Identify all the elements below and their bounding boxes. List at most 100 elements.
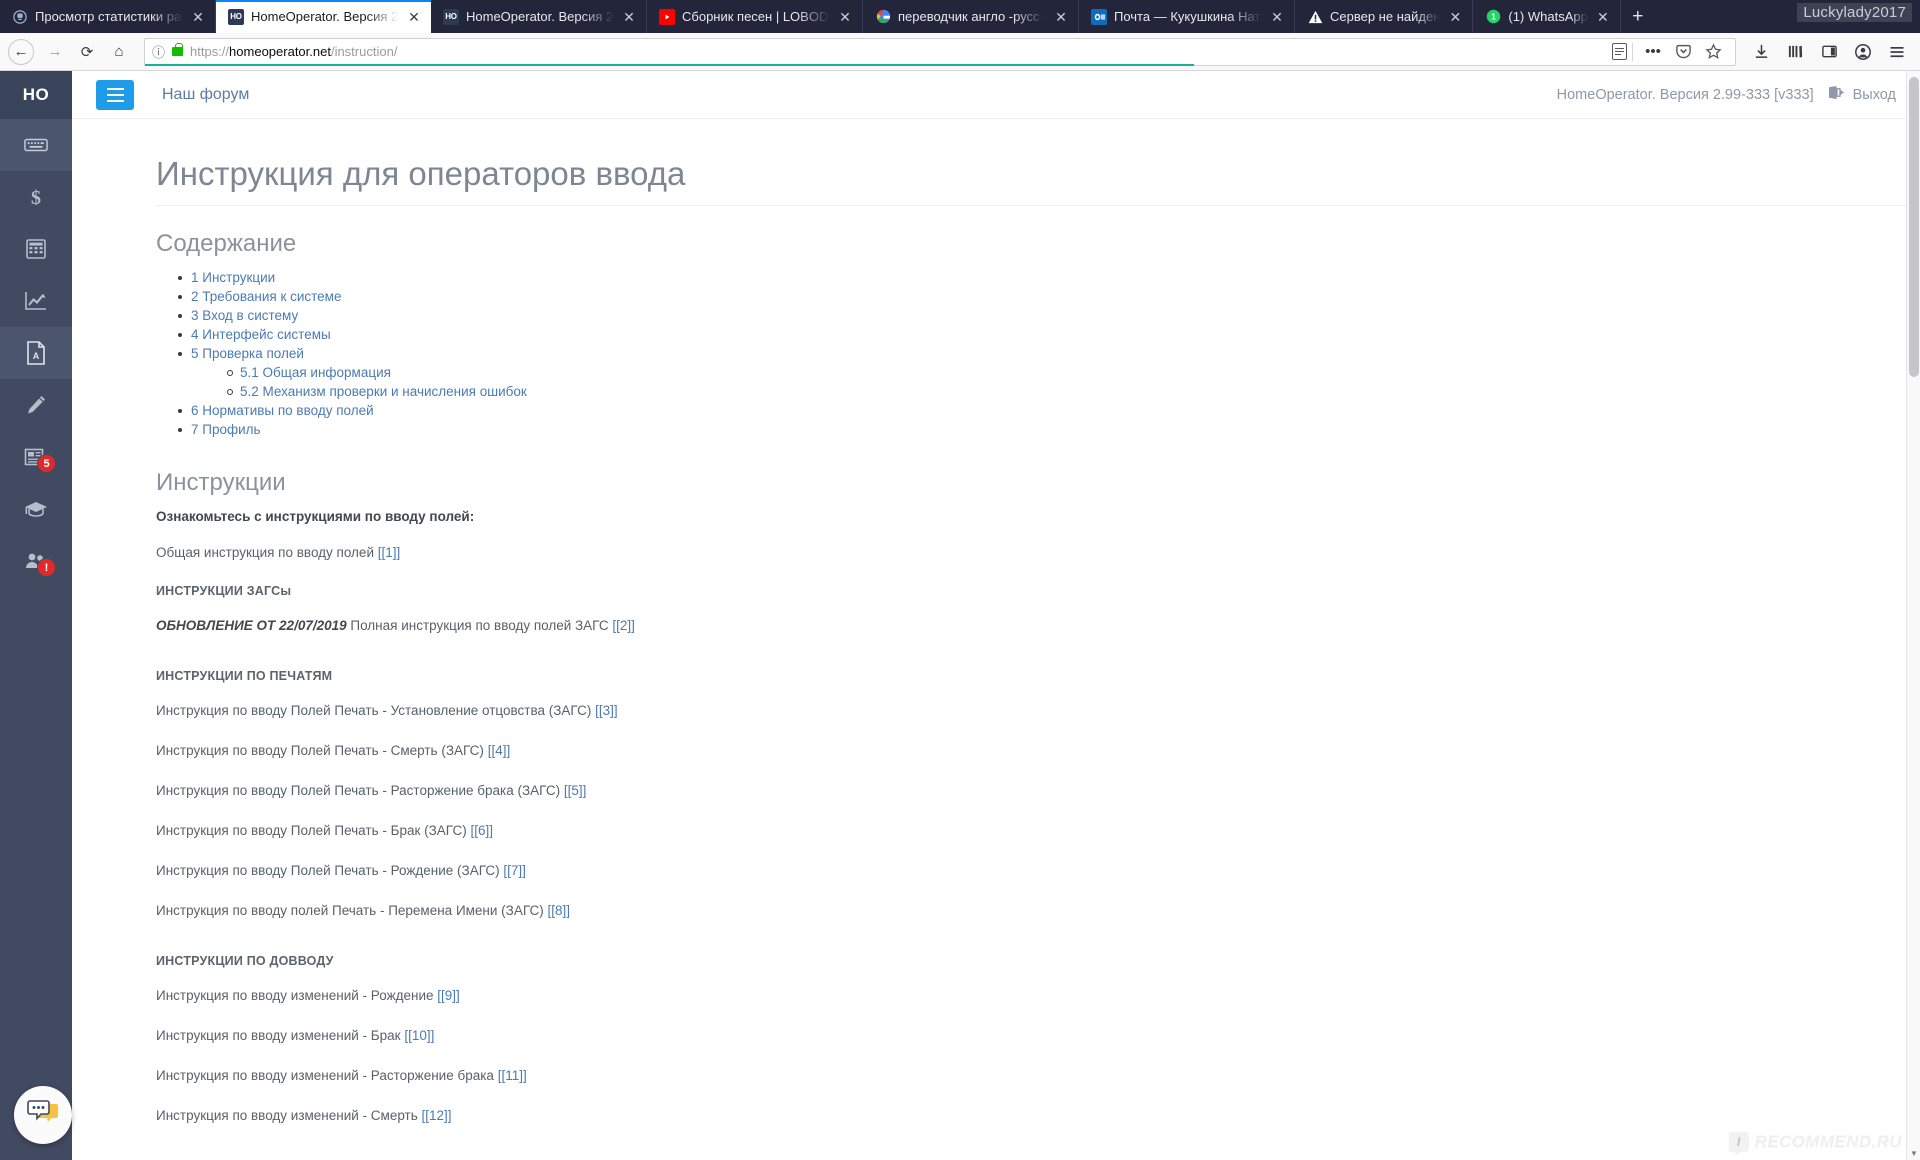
instruction-text: Инструкция по вводу полей Печать - Перем… xyxy=(156,903,548,918)
toc-item[interactable]: 7 Профиль xyxy=(178,420,1920,439)
reference-link[interactable]: [[6]] xyxy=(471,823,494,838)
warning-icon xyxy=(1307,9,1323,25)
sidebar-item-instruction[interactable]: A xyxy=(0,327,72,379)
pocket-icon[interactable] xyxy=(1668,38,1698,66)
library-icon[interactable] xyxy=(1780,38,1810,66)
app-version-label: HomeOperator. Версия 2.99-333 [v333] xyxy=(1556,86,1814,103)
toc-item[interactable]: 4 Интерфейс системы xyxy=(178,325,1920,344)
tab-close-icon[interactable]: ✕ xyxy=(1053,10,1069,24)
toc-item[interactable]: 5 Проверка полей 5.1 Общая информация 5.… xyxy=(178,344,1920,401)
reference-link[interactable]: [[11]] xyxy=(498,1068,527,1083)
google-icon xyxy=(875,9,891,25)
sidebar-item-news[interactable]: 5 xyxy=(0,431,72,483)
instruction-text: Инструкция по вводу изменений - Брак xyxy=(156,1028,405,1043)
toc-subitem[interactable]: 5.1 Общая информация xyxy=(227,363,1920,382)
instruction-line: Инструкция по вводу Полей Печать - Рожде… xyxy=(156,862,1920,880)
tab-close-icon[interactable]: ✕ xyxy=(837,10,853,24)
bookmark-star-icon[interactable] xyxy=(1698,38,1728,66)
tab-close-icon[interactable]: ✕ xyxy=(1447,10,1463,24)
toc-link[interactable]: 6 Нормативы по вводу полей xyxy=(191,403,374,418)
toc-link[interactable]: 1 Инструкции xyxy=(191,270,275,285)
forward-icon[interactable]: → xyxy=(40,38,70,66)
instruction-line: Инструкция по вводу Полей Печать - Устан… xyxy=(156,702,1920,720)
browser-toolbar-icons xyxy=(1746,38,1912,66)
toc-item[interactable]: 2 Требования к системе xyxy=(178,287,1920,306)
toc-link[interactable]: 5.1 Общая информация xyxy=(240,365,391,380)
browser-tab-active[interactable]: HO HomeOperator. Версия 2.99 ✕ xyxy=(216,0,431,33)
tab-close-icon[interactable]: ✕ xyxy=(406,10,422,24)
reader-view-icon[interactable] xyxy=(1612,43,1627,60)
toc-subitem[interactable]: 5.2 Механизм проверки и начисления ошибо… xyxy=(227,382,1920,401)
account-icon[interactable] xyxy=(1848,38,1878,66)
tab-close-icon[interactable]: ✕ xyxy=(1595,10,1611,24)
instruction-text: Инструкция по вводу Полей Печать - Смерт… xyxy=(156,743,488,758)
reference-link[interactable]: [[10]] xyxy=(404,1028,434,1043)
toc-link[interactable]: 5.2 Механизм проверки и начисления ошибо… xyxy=(240,384,527,399)
menu-icon[interactable] xyxy=(1882,38,1912,66)
toc-item[interactable]: 3 Вход в систему xyxy=(178,306,1920,325)
browser-tab[interactable]: Почта — Кукушкина Натал ✕ xyxy=(1079,0,1295,33)
svg-text:1: 1 xyxy=(1491,12,1496,22)
address-bar[interactable]: ⓘ https://homeoperator.net/instruction/ … xyxy=(144,37,1736,66)
sidebar-item-statistics[interactable] xyxy=(0,275,72,327)
reference-link[interactable]: [[1]] xyxy=(378,545,401,560)
toc-item[interactable]: 6 Нормативы по вводу полей xyxy=(178,401,1920,420)
browser-tab[interactable]: Просмотр статистики рабо ✕ xyxy=(0,0,216,33)
downloads-icon[interactable] xyxy=(1746,38,1776,66)
sidebar-item-payments[interactable]: $ xyxy=(0,171,72,223)
instruction-line: Инструкция по вводу полей Печать - Перем… xyxy=(156,902,1920,920)
browser-tab[interactable]: 1 (1) WhatsApp ✕ xyxy=(1473,0,1621,33)
reference-link[interactable]: [[7]] xyxy=(503,863,526,878)
reference-link[interactable]: [[12]] xyxy=(422,1108,452,1123)
sidebar-icon[interactable] xyxy=(1814,38,1844,66)
reference-link[interactable]: [[8]] xyxy=(548,903,571,918)
toc-link[interactable]: 2 Требования к системе xyxy=(191,289,341,304)
browser-tab[interactable]: HO HomeOperator. Версия 2.99 ✕ xyxy=(431,0,647,33)
app-content: Наш форум HomeOperator. Версия 2.99-333 … xyxy=(72,71,1920,1160)
page-title: Инструкция для операторов ввода xyxy=(156,155,1916,206)
browser-tab[interactable]: Сборник песен | LOBODA (/ ✕ xyxy=(647,0,863,33)
forum-link[interactable]: Наш форум xyxy=(162,86,249,104)
sidebar-item-training[interactable] xyxy=(0,483,72,535)
browser-tab[interactable]: Сервер не найден ✕ xyxy=(1295,0,1474,33)
scroll-down-arrow[interactable]: ▼ xyxy=(1907,1146,1920,1160)
reference-link[interactable]: [[4]] xyxy=(488,743,511,758)
sidebar-item-users[interactable]: ! xyxy=(0,535,72,587)
reference-link[interactable]: [[2]] xyxy=(612,618,635,633)
reference-link[interactable]: [[9]] xyxy=(437,988,460,1003)
tab-close-icon[interactable]: ✕ xyxy=(621,10,637,24)
reload-icon[interactable]: ⟳ xyxy=(72,38,102,66)
sidebar-item-edit[interactable] xyxy=(0,379,72,431)
new-tab-button[interactable]: + xyxy=(1621,0,1655,33)
pencil-icon xyxy=(25,394,47,416)
home-icon[interactable]: ⌂ xyxy=(104,38,134,66)
tab-close-icon[interactable]: ✕ xyxy=(1269,10,1285,24)
chat-widget-button[interactable] xyxy=(14,1086,72,1144)
sidebar-item-table[interactable] xyxy=(0,223,72,275)
logout-label: Выход xyxy=(1852,86,1896,103)
reference-link[interactable]: [[3]] xyxy=(595,703,618,718)
reference-link[interactable]: [[5]] xyxy=(564,783,587,798)
page-scrollbar[interactable]: ▲ ▼ xyxy=(1906,71,1920,1160)
menu-toggle-button[interactable] xyxy=(96,79,134,110)
toc-link[interactable]: 7 Профиль xyxy=(191,422,261,437)
logout-button[interactable]: Выход xyxy=(1828,85,1896,104)
page-actions-icon[interactable]: ••• xyxy=(1638,38,1668,66)
topbar-right: HomeOperator. Версия 2.99-333 [v333] Вых… xyxy=(1557,85,1896,104)
svg-text:$: $ xyxy=(31,187,41,209)
outlook-icon xyxy=(1091,8,1107,25)
toc-link[interactable]: 4 Интерфейс системы xyxy=(191,327,331,342)
browser-tab[interactable]: переводчик англо -русс - П ✕ xyxy=(863,0,1079,33)
table-icon xyxy=(25,238,47,260)
toc-link[interactable]: 3 Вход в систему xyxy=(191,308,298,323)
toc-link[interactable]: 5 Проверка полей xyxy=(191,346,304,361)
back-icon[interactable]: ← xyxy=(8,38,34,65)
app-logo[interactable]: HO xyxy=(0,71,72,119)
scroll-thumb[interactable] xyxy=(1909,77,1919,377)
instruction-text: Инструкция по вводу Полей Печать - Брак … xyxy=(156,823,471,838)
site-info-icon[interactable]: ⓘ xyxy=(152,42,165,61)
toc-item[interactable]: 1 Инструкции xyxy=(178,268,1920,287)
tab-close-icon[interactable]: ✕ xyxy=(190,10,206,24)
sidebar-item-keyboard[interactable] xyxy=(0,119,72,171)
site-watermark: I RECOMMEND.RU xyxy=(1728,1132,1902,1155)
